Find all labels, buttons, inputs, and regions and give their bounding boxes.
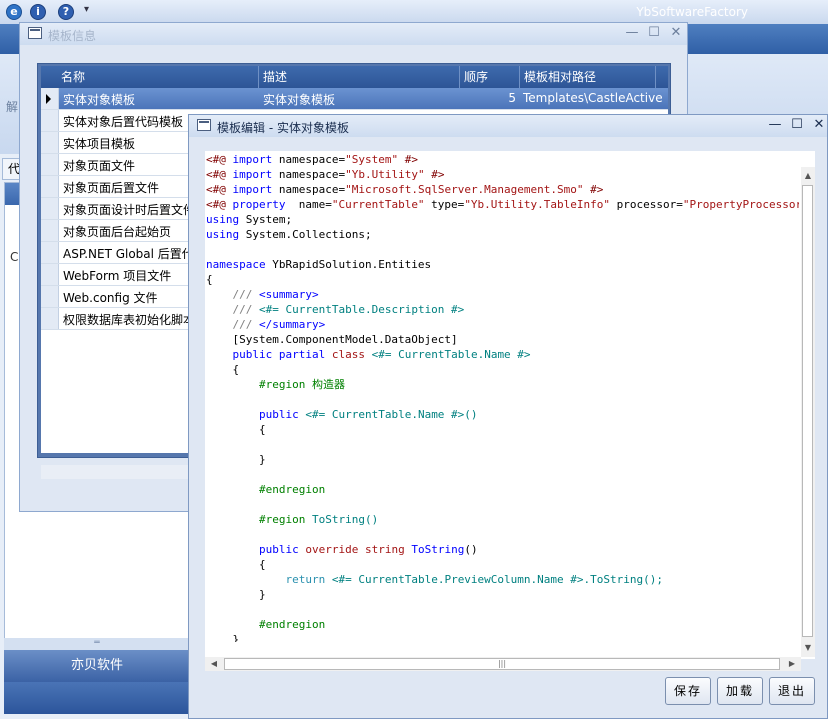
scroll-down-icon[interactable]: ▼ [801, 641, 815, 655]
row-indicator [41, 264, 59, 285]
minimize-icon[interactable]: — [767, 117, 783, 133]
row-indicator [41, 286, 59, 307]
template-editor-titlebar[interactable]: 模板编辑 - 实体对象模板 — ☐ ✕ [189, 115, 827, 137]
row-name: 对象页面后置文件 [63, 181, 160, 195]
template-info-titlebar[interactable]: 模板信息 — ☐ ✕ [20, 23, 687, 45]
row-indicator [41, 242, 59, 263]
load-button[interactable]: 加载 [717, 677, 763, 705]
code-editor-vscrollbar[interactable]: ▲ ▼ [801, 167, 815, 657]
row-indicator [41, 198, 59, 219]
scroll-left-icon[interactable]: ◀ [207, 657, 221, 671]
template-editor-title: 模板编辑 - 实体对象模板 [217, 121, 349, 135]
minimize-icon[interactable]: — [624, 25, 640, 41]
row-name: 对象页面后台起始页 [63, 225, 172, 239]
row-path: Templates\CastleActive [523, 91, 663, 105]
exit-button[interactable]: 退出 [769, 677, 815, 705]
panel-splitter[interactable]: ═ [4, 638, 190, 650]
row-name: 实体对象模板 [63, 93, 136, 107]
row-selected-arrow-icon [46, 94, 51, 104]
nav-pane-footer [4, 682, 190, 714]
row-indicator [41, 154, 59, 175]
row-indicator [41, 176, 59, 197]
row-indicator [41, 110, 59, 131]
app-logo-icon[interactable]: e [6, 4, 22, 20]
row-name: 对象页面设计时后置文件 [63, 203, 196, 217]
row-name: ASP.NET Global 后置代 [63, 247, 194, 261]
left-panel-text: C [10, 250, 19, 264]
template-info-title: 模板信息 [48, 29, 97, 43]
table-row[interactable]: 实体对象模板 实体对象模板 5 Templates\CastleActive [41, 88, 668, 110]
help-icon[interactable]: ? [58, 4, 74, 20]
scroll-up-icon[interactable]: ▲ [801, 169, 815, 183]
info-icon[interactable]: i [30, 4, 46, 20]
row-description: 实体对象模板 [263, 93, 336, 107]
template-grid-hscrollbar[interactable] [41, 465, 211, 479]
vscroll-thumb[interactable] [802, 185, 813, 637]
close-icon[interactable]: ✕ [668, 25, 684, 41]
column-header-order[interactable]: 顺序 [460, 66, 520, 88]
row-name: Web.config 文件 [63, 291, 158, 305]
row-indicator [41, 220, 59, 241]
scroll-right-icon[interactable]: ▶ [785, 657, 799, 671]
row-name: WebForm 项目文件 [63, 269, 172, 283]
maximize-icon[interactable]: ☐ [789, 117, 805, 133]
code-editor[interactable]: <#@ import namespace="System" #> <#@ imp… [205, 151, 815, 659]
template-editor-window: 模板编辑 - 实体对象模板 — ☐ ✕ <#@ import namespace… [188, 114, 828, 719]
company-nav-button[interactable]: 亦贝软件 [4, 650, 190, 682]
row-name: 实体项目模板 [63, 137, 136, 151]
row-name: 对象页面文件 [63, 159, 136, 173]
window-icon [28, 27, 42, 39]
maximize-icon[interactable]: ☐ [646, 25, 662, 41]
column-header-name[interactable]: 名称 [41, 66, 259, 88]
hscroll-thumb[interactable]: ||| [224, 658, 780, 670]
row-order: 5 [508, 91, 516, 105]
save-button[interactable]: 保存 [665, 677, 711, 705]
row-indicator [41, 308, 59, 329]
template-grid-header: 名称 描述 顺序 模板相对路径 [41, 66, 668, 88]
quick-access-dropdown-icon[interactable]: ▾ [84, 4, 89, 15]
code-editor-hscrollbar[interactable]: ◀ ||| ▶ [205, 657, 801, 671]
window-icon [197, 119, 211, 131]
template-code[interactable]: <#@ import namespace="System" #> <#@ imp… [206, 152, 799, 642]
row-name: 实体对象后置代码模板 [63, 115, 184, 129]
column-header-description[interactable]: 描述 [259, 66, 460, 88]
ribbon-group-label: 解 [6, 100, 19, 114]
app-title: YbSoftwareFactory [636, 5, 748, 19]
row-indicator [41, 132, 59, 153]
row-name: 权限数据库表初始化脚本 [63, 313, 196, 327]
column-header-path[interactable]: 模板相对路径 [520, 66, 656, 88]
close-icon[interactable]: ✕ [811, 117, 827, 133]
row-indicator [41, 88, 59, 109]
